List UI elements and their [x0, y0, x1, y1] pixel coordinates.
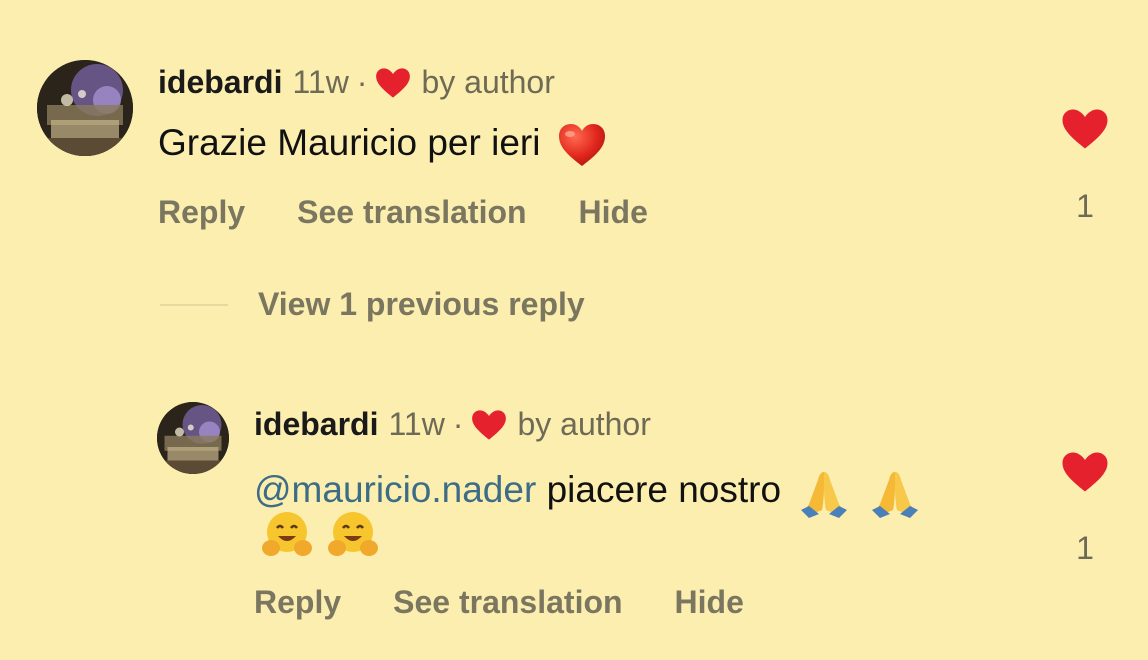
- like-count: 1: [1076, 188, 1094, 224]
- folded-hands-emoji: [868, 466, 922, 518]
- comment-body: Grazie Mauricio per ieri: [158, 121, 541, 163]
- folded-hands-emoji: [797, 466, 851, 518]
- divider-line: [160, 303, 228, 306]
- reply-button[interactable]: Reply: [254, 584, 341, 621]
- comments-panel: idebardi 11w · by author Grazie Mauricio…: [0, 0, 1148, 660]
- reply-actions: Reply See translation Hide: [254, 584, 796, 621]
- author-liked-heart-icon: [375, 67, 411, 99]
- separator: ·: [356, 64, 368, 100]
- see-translation-button[interactable]: See translation: [297, 194, 526, 231]
- comment-actions: Reply See translation Hide: [158, 194, 700, 231]
- timestamp: 11w: [388, 406, 445, 442]
- reply-body: piacere nostro: [536, 468, 782, 510]
- mention-link[interactable]: @mauricio.nader: [254, 469, 536, 510]
- hide-button[interactable]: Hide: [579, 194, 648, 231]
- like-heart-icon[interactable]: [1061, 450, 1109, 494]
- avatar[interactable]: [157, 402, 229, 474]
- username[interactable]: idebardi: [254, 406, 378, 443]
- comment-text: Grazie Mauricio per ieri: [158, 122, 607, 168]
- reply-emoji-line: [254, 510, 380, 560]
- liked-by-author-label: by author: [421, 64, 555, 100]
- comment-header: idebardi 11w · by author: [158, 64, 555, 101]
- hide-button[interactable]: Hide: [675, 584, 744, 621]
- separator: ·: [452, 406, 464, 442]
- view-previous-label[interactable]: View 1 previous reply: [258, 286, 585, 323]
- hugging-face-emoji: [260, 510, 314, 560]
- username[interactable]: idebardi: [158, 64, 282, 101]
- hugging-face-emoji: [326, 510, 380, 560]
- view-previous-replies[interactable]: View 1 previous reply: [160, 286, 585, 323]
- reply-button[interactable]: Reply: [158, 194, 245, 231]
- avatar[interactable]: [37, 60, 133, 156]
- red-heart-emoji: [557, 122, 607, 168]
- liked-by-author-label: by author: [517, 406, 651, 442]
- like-count: 1: [1076, 530, 1094, 566]
- timestamp: 11w: [292, 64, 349, 100]
- like-heart-icon[interactable]: [1061, 107, 1109, 151]
- author-liked-heart-icon: [471, 409, 507, 441]
- see-translation-button[interactable]: See translation: [393, 584, 622, 621]
- reply-header: idebardi 11w · by author: [254, 406, 651, 443]
